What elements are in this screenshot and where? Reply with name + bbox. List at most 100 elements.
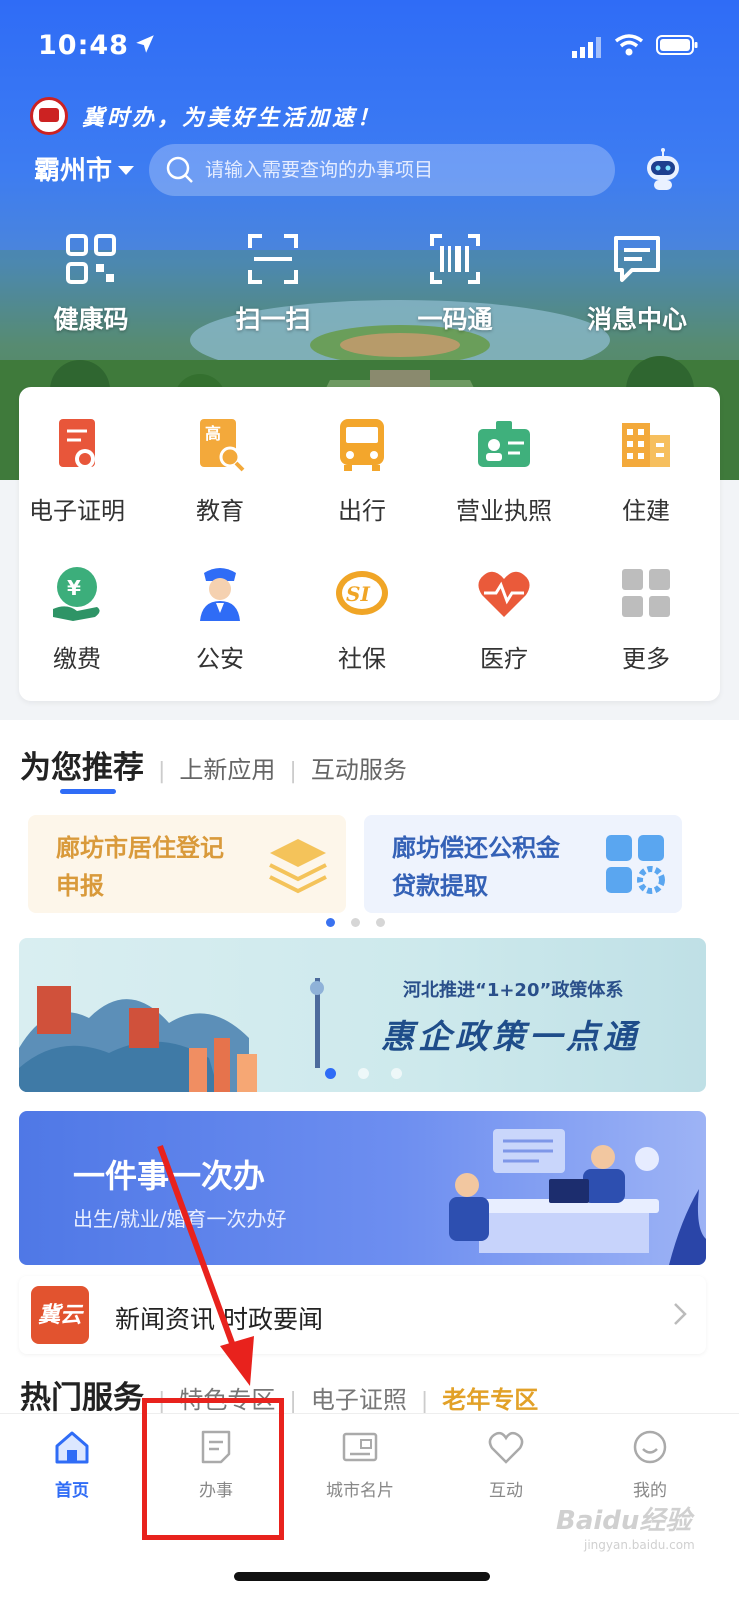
education-icon: 高 <box>200 419 245 472</box>
robot-assistant-icon[interactable] <box>640 148 686 194</box>
policy-banner[interactable]: 河北推进“1+20”政策体系 惠企政策一点通 <box>19 938 706 1092</box>
service-certificate[interactable]: 电子证明 <box>7 415 147 526</box>
search-input[interactable] <box>205 159 585 181</box>
heart-outline-icon <box>488 1431 524 1464</box>
location-arrow-icon <box>136 35 154 53</box>
quick-health-code[interactable]: 健康码 <box>0 232 182 342</box>
tab-divider: | <box>289 759 297 784</box>
nav-city-card[interactable]: 城市名片 <box>300 1428 420 1501</box>
tab-interactive-services[interactable]: 互动服务 <box>311 750 407 785</box>
grid-more-icon <box>622 569 670 617</box>
layers-icon <box>269 839 327 894</box>
service-label: 公安 <box>196 645 244 673</box>
recommend-tabs: 为您推荐 | 上新应用 | 互动服务 <box>20 742 407 787</box>
active-tab-indicator <box>60 789 116 794</box>
apps-settings-icon <box>606 835 665 894</box>
service-label: 住建 <box>622 497 670 525</box>
qr-code-icon <box>66 234 116 284</box>
service-housing[interactable]: 住建 <box>576 415 716 526</box>
message-icon <box>614 236 660 282</box>
news-entry[interactable]: 冀云 新闻资讯 时政要闻 <box>19 1276 706 1354</box>
tab-elderly-zone[interactable]: 老年专区 <box>442 1380 538 1415</box>
page-dot <box>358 1068 369 1079</box>
service-payment[interactable]: ¥ 缴费 <box>7 563 147 674</box>
service-counter-illustration <box>449 1129 706 1265</box>
nav-interact[interactable]: 互动 <box>446 1428 566 1501</box>
nav-label: 我的 <box>633 1481 667 1501</box>
city-search-row: 霸州市 <box>34 144 724 198</box>
certificate-icon <box>59 419 95 469</box>
service-medical[interactable]: 医疗 <box>434 563 574 674</box>
cellular-signal-icon <box>572 37 601 58</box>
policy-banner-title: 惠企政策一点通 <box>381 1017 640 1056</box>
tab-new-apps[interactable]: 上新应用 <box>179 750 275 785</box>
nav-label: 互动 <box>489 1481 523 1501</box>
home-icon <box>55 1431 89 1464</box>
nav-home[interactable]: 首页 <box>12 1428 132 1501</box>
smiley-icon <box>633 1430 667 1464</box>
nav-label: 城市名片 <box>326 1481 394 1501</box>
app-logo <box>30 97 68 135</box>
tab-e-license[interactable]: 电子证照 <box>311 1380 407 1415</box>
quick-label: 健康码 <box>53 305 129 334</box>
quick-label: 消息中心 <box>586 305 687 334</box>
tab-divider: | <box>158 759 166 784</box>
city-name: 霸州市 <box>34 156 113 186</box>
service-travel[interactable]: 出行 <box>292 415 432 526</box>
svg-text:高: 高 <box>205 424 221 443</box>
watermark-url: jingyan.baidu.com <box>584 1538 695 1552</box>
service-grid: 电子证明 高 教育 出行 营业执照 住建 ¥ 缴费 公安 SI 社保 医疗 更多 <box>19 387 720 701</box>
chevron-right-icon <box>674 1303 687 1325</box>
page-dot <box>325 1068 336 1079</box>
policy-banner-subtitle: 河北推进“1+20”政策体系 <box>403 980 624 1001</box>
building-icon <box>622 423 670 467</box>
svg-text:¥: ¥ <box>67 576 81 600</box>
quick-message-center[interactable]: 消息中心 <box>546 232 728 342</box>
tab-recommend[interactable]: 为您推荐 <box>20 742 144 787</box>
tab-hot-services[interactable]: 热门服务 <box>20 1372 144 1417</box>
service-label: 社保 <box>338 645 386 673</box>
nav-label: 首页 <box>55 1481 89 1501</box>
search-bar[interactable] <box>149 144 615 196</box>
barcode-icon <box>430 234 480 284</box>
heart-icon <box>478 571 530 617</box>
home-indicator <box>234 1572 490 1581</box>
tab-divider: | <box>289 1389 297 1414</box>
status-time: 10:48 <box>38 30 129 61</box>
service-label: 医疗 <box>480 645 528 673</box>
scan-icon <box>248 234 298 284</box>
service-label: 营业执照 <box>456 497 552 525</box>
status-bar: 10:48 <box>0 0 739 90</box>
search-icon <box>166 156 193 183</box>
chevron-down-icon <box>118 166 135 175</box>
service-police[interactable]: 公安 <box>150 563 290 674</box>
service-label: 教育 <box>196 497 244 525</box>
recommend-card-housing-fund[interactable]: 廊坊偿还公积金 贷款提取 <box>364 815 682 913</box>
page-dot <box>376 918 385 927</box>
city-card-icon <box>342 1432 378 1462</box>
police-icon <box>200 568 240 621</box>
bus-icon <box>340 419 384 471</box>
service-education[interactable]: 高 教育 <box>150 415 290 526</box>
quick-scan[interactable]: 扫一扫 <box>182 232 364 342</box>
quick-one-code[interactable]: 一码通 <box>364 232 546 342</box>
annotation-highlight-box <box>142 1398 284 1540</box>
service-label: 缴费 <box>53 645 101 673</box>
nav-mine[interactable]: 我的 <box>590 1428 710 1501</box>
service-social-security[interactable]: SI 社保 <box>292 563 432 674</box>
page-dot <box>326 918 335 927</box>
license-icon <box>478 421 530 467</box>
social-security-icon: SI <box>336 571 388 615</box>
payment-icon: ¥ <box>53 567 100 621</box>
city-selector[interactable]: 霸州市 <box>34 150 135 187</box>
slogan-text: 冀时办，为美好生活加速！ <box>82 105 383 131</box>
service-more[interactable]: 更多 <box>576 563 716 674</box>
service-business-license[interactable]: 营业执照 <box>434 415 574 526</box>
watermark-logo: Baidu经验 <box>556 1506 692 1536</box>
quick-actions: 健康码 扫一扫 一码通 消息中心 <box>0 232 739 342</box>
slogan-row: 冀时办，为美好生活加速！ <box>30 96 382 136</box>
page-dot <box>351 918 360 927</box>
recommend-card-residence[interactable]: 廊坊市居住登记 申报 <box>28 815 346 913</box>
annotation-arrow <box>157 1144 254 1386</box>
one-thing-banner[interactable]: 一件事一次办 出生/就业/婚育一次办好 <box>19 1111 706 1265</box>
